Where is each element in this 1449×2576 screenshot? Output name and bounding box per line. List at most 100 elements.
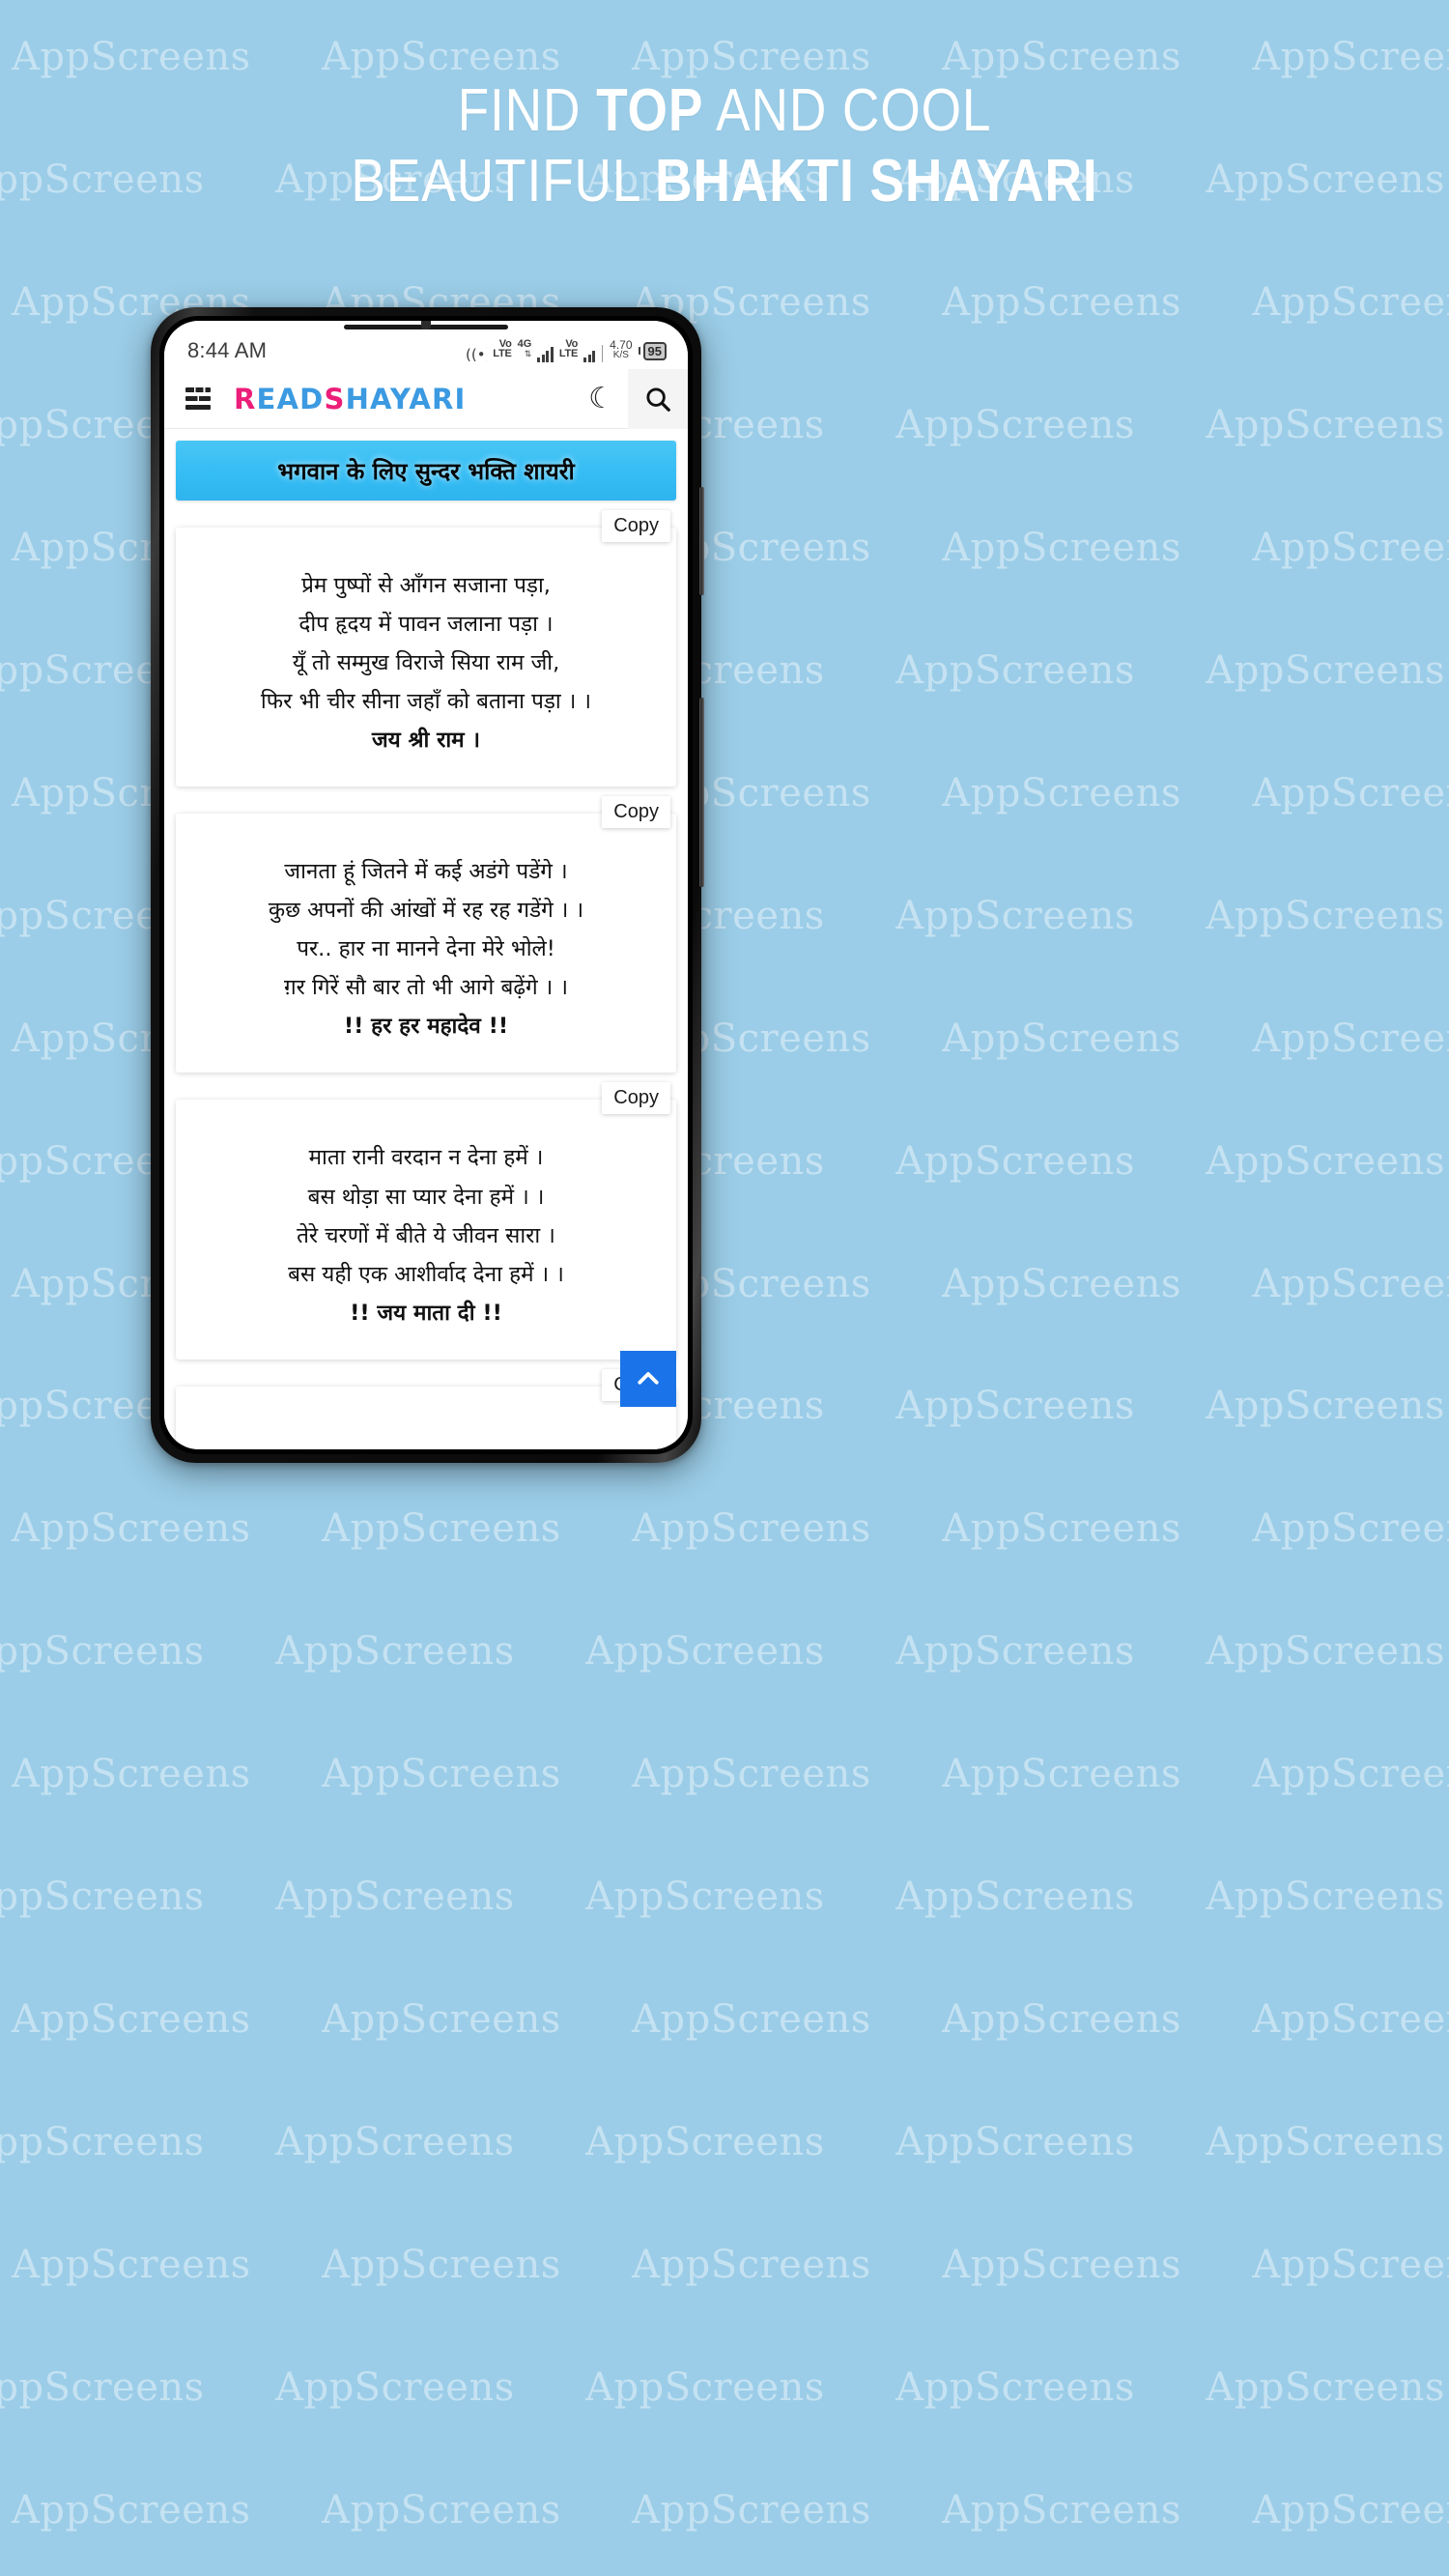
- phone-bezel: 8:44 AM ((•)) Vo LTE 4G: [159, 316, 693, 1454]
- power-button[interactable]: [699, 698, 704, 887]
- watermark-row: AppScreens AppScreens AppScreens AppScreens…: [0, 2365, 1449, 2410]
- brand-letter-r: R: [234, 382, 257, 415]
- shayari-card-partial[interactable]: Copy: [176, 1368, 676, 1449]
- data-arrows-icon: ⇅: [524, 349, 532, 358]
- watermark-text: AppScreens: [942, 1016, 1181, 1061]
- shayari-line: जानता हूं जितने में कई अडंगे पडेंगे ।: [284, 859, 568, 885]
- watermark-text: AppScreens: [1252, 279, 1449, 325]
- watermark-text: AppScreens: [895, 1138, 1135, 1184]
- network-type-icon: 4G ⇅: [518, 339, 532, 362]
- watermark-text: AppScreens: [632, 35, 871, 79]
- watermark-text: AppScreens: [632, 1506, 871, 1552]
- watermark-text: AppScreens: [1252, 2488, 1449, 2533]
- svg-text:((•)): ((•)): [466, 346, 487, 362]
- watermark-text: AppScreens: [12, 1997, 251, 2043]
- app-header: R EAD S HAYARI ☾: [164, 368, 688, 429]
- watermark-text: AppScreens: [1252, 525, 1449, 570]
- volte-icon-1: Vo LTE: [493, 338, 512, 362]
- watermark-text: AppScreens: [942, 1261, 1181, 1306]
- headline-line-1: FIND TOP AND COOL: [101, 75, 1348, 146]
- headline-line1-suffix: AND COOL: [703, 77, 992, 144]
- watermark-text: AppScreens: [585, 2365, 825, 2411]
- watermark-text: AppScreens: [1252, 770, 1449, 816]
- watermark-text: AppScreens: [1206, 1138, 1445, 1184]
- moon-icon[interactable]: ☾: [575, 384, 628, 414]
- volume-button[interactable]: [699, 487, 704, 595]
- phone-frame: 8:44 AM ((•)) Vo LTE 4G: [151, 307, 704, 1463]
- watermark-text: AppScreens: [942, 2243, 1181, 2288]
- watermark-text: AppScreens: [895, 2120, 1135, 2165]
- volte-lte-1: LTE: [493, 348, 512, 360]
- watermark-text: AppScreens: [942, 2488, 1181, 2533]
- hamburger-bar-3: [185, 405, 211, 410]
- shayari-card[interactable]: Copy माता रानी वरदान न देना हमें । बस थोड़…: [176, 1082, 676, 1360]
- watermark-text: AppScreens: [895, 647, 1135, 693]
- hamburger-bar-2: [185, 396, 211, 401]
- shayari-line: प्रेम पुष्पों से आँगन सजाना पड़ा,: [301, 573, 551, 598]
- shayari-line: बस थोड़ा सा प्यार देना हमें । ।: [307, 1184, 545, 1210]
- watermark-text: AppScreens: [1252, 1752, 1449, 1797]
- signal-bars-2: [583, 347, 596, 362]
- watermark-text: AppScreens: [0, 2120, 205, 2165]
- watermark-text: AppScreens: [895, 2365, 1135, 2411]
- watermark-text: AppScreens: [12, 35, 251, 79]
- watermark-text: AppScreens: [895, 1875, 1135, 1920]
- watermark-text: AppScreens: [895, 1629, 1135, 1674]
- watermark-text: AppScreens: [1252, 35, 1449, 79]
- data-speed-indicator: 4.70 K/S: [610, 339, 632, 362]
- watermark-text: AppScreens: [1252, 1506, 1449, 1552]
- section-banner: भगवान के लिए सुन्दर भक्ति शायरी: [176, 441, 676, 501]
- watermark-text: AppScreens: [585, 1875, 825, 1920]
- brand-text-ead: EAD: [256, 382, 325, 415]
- section-banner-title: भगवान के लिए सुन्दर भक्ति शायरी: [277, 457, 575, 485]
- notch: [421, 321, 431, 329]
- shayari-signature: !! हर हर महादेव !!: [343, 1014, 509, 1040]
- copy-button[interactable]: Copy: [602, 796, 670, 829]
- watermark-text: AppScreens: [1206, 1875, 1445, 1920]
- watermark-text: AppScreens: [1252, 1016, 1449, 1061]
- shayari-card[interactable]: Copy जानता हूं जितने में कई अडंगे पडेंगे …: [176, 796, 676, 1073]
- shayari-card[interactable]: Copy प्रेम पुष्पों से आँगन सजाना पड़ा, दीप…: [176, 510, 676, 787]
- brand-logo[interactable]: R EAD S HAYARI: [234, 383, 467, 415]
- shayari-list: Copy प्रेम पुष्पों से आँगन सजाना पड़ा, दीप…: [176, 510, 676, 1360]
- watermark-row: AppScreens AppScreens AppScreens AppScreens…: [8, 35, 1449, 79]
- search-button[interactable]: [628, 368, 688, 429]
- watermark-row: AppScreens AppScreens AppScreens AppScreens…: [8, 1752, 1449, 1796]
- headline-line2-prefix: BEAUTIFUL: [351, 148, 656, 215]
- watermark-text: AppScreens: [275, 1629, 515, 1674]
- watermark-text: AppScreens: [942, 35, 1181, 79]
- watermark-text: AppScreens: [942, 525, 1181, 570]
- search-icon: [646, 386, 670, 412]
- watermark-text: AppScreens: [1206, 647, 1445, 693]
- watermark-row: AppScreens AppScreens AppScreens AppScreens…: [0, 1629, 1449, 1674]
- watermark-text: AppScreens: [275, 2120, 515, 2165]
- watermark-text: AppScreens: [942, 1506, 1181, 1552]
- copy-button[interactable]: Copy: [602, 1082, 670, 1115]
- status-time: 8:44 AM: [187, 338, 268, 362]
- watermark-row: AppScreens AppScreens AppScreens AppScreens…: [0, 1875, 1449, 1919]
- shayari-line: यूँ तो सम्मुख विराजे सिया राम जी,: [292, 650, 560, 676]
- scroll-to-top-button[interactable]: [620, 1351, 676, 1407]
- watermark-text: AppScreens: [1206, 402, 1445, 447]
- watermark-text: AppScreens: [632, 1997, 871, 2043]
- watermark-text: AppScreens: [12, 2488, 251, 2533]
- volte-icon-2: Vo LTE: [559, 338, 579, 362]
- watermark-text: AppScreens: [1252, 1261, 1449, 1306]
- battery-indicator: 95: [638, 339, 667, 362]
- watermark-text: AppScreens: [0, 1629, 205, 1674]
- watermark-row: AppScreens AppScreens AppScreens AppScreens…: [0, 2120, 1449, 2164]
- shayari-line: पर.. हार ना मानने देना मेरे भोले!: [297, 936, 555, 962]
- watermark-text: AppScreens: [322, 1752, 561, 1797]
- hamburger-icon[interactable]: [185, 387, 211, 410]
- watermark-text: AppScreens: [1206, 1384, 1445, 1429]
- watermark-text: AppScreens: [0, 1875, 205, 1920]
- brand-letter-s: S: [324, 382, 346, 415]
- app-content[interactable]: भगवान के लिए सुन्दर भक्ति शायरी Copy प्रे…: [164, 429, 688, 1449]
- watermark-row: AppScreens AppScreens AppScreens AppScreens…: [8, 2488, 1449, 2533]
- headline-line-2: BEAUTIFUL BHAKTI SHAYARI: [101, 146, 1348, 216]
- battery-percent: 95: [642, 341, 667, 360]
- copy-button[interactable]: Copy: [602, 510, 670, 542]
- watermark-text: AppScreens: [942, 770, 1181, 816]
- page-title: FIND TOP AND COOL BEAUTIFUL BHAKTI SHAYA…: [0, 75, 1449, 216]
- watermark-text: AppScreens: [895, 1384, 1135, 1429]
